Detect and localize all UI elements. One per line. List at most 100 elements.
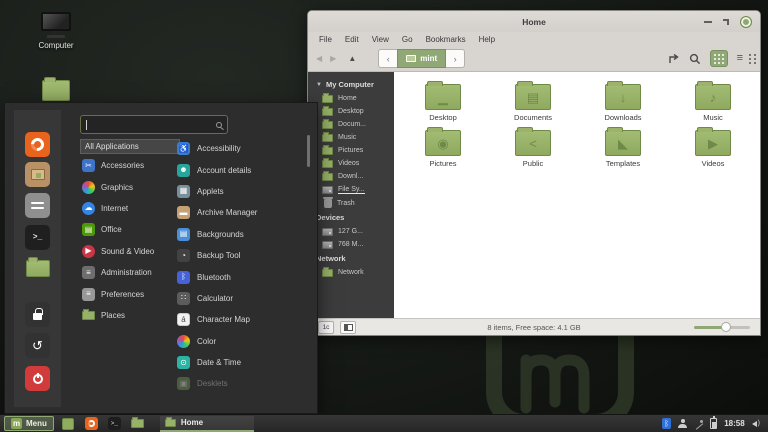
zoom-slider-knob[interactable]	[721, 322, 732, 332]
up-icon[interactable]: ▲	[348, 54, 356, 63]
logout-favorite-button[interactable]: ↺	[25, 333, 50, 358]
sidebar-item-docum[interactable]: Docum...	[308, 118, 394, 131]
category-preferences[interactable]: ≡ Preferences	[82, 283, 177, 304]
maximize-button[interactable]	[723, 18, 729, 25]
sidebar-item-127-g[interactable]: 127 G...	[308, 225, 394, 238]
folder-item-videos[interactable]: ▶ Videos	[668, 126, 758, 172]
sidebar-item-videos[interactable]: Videos	[308, 157, 394, 170]
app-backgrounds[interactable]: ▤ Backgrounds	[177, 224, 307, 245]
menubar-item-bookmarks[interactable]: Bookmarks	[420, 35, 472, 44]
menu-button[interactable]: m Menu	[4, 416, 54, 431]
lock-icon	[33, 308, 43, 320]
category-internet[interactable]: ☁ Internet	[82, 198, 177, 219]
category-accessories[interactable]: ✂ Accessories	[82, 155, 177, 176]
menubar-item-edit[interactable]: Edit	[339, 35, 365, 44]
scrollbar-thumb[interactable]	[307, 135, 310, 167]
breadcrumb-current-button[interactable]: mint	[397, 49, 447, 68]
category-graphics[interactable]: Graphics	[82, 176, 177, 197]
shutdown-favorite-button[interactable]	[25, 366, 50, 391]
forward-icon[interactable]: ▶	[330, 54, 336, 63]
desktop-icon-home-folder[interactable]	[24, 76, 88, 101]
search-icon[interactable]	[689, 53, 701, 65]
backgrounds-icon: ▤	[177, 227, 190, 241]
taskbar: m Menu >_ Home ᛒ 18:58 )	[0, 414, 768, 432]
sidebar-item-network[interactable]: Network	[308, 266, 394, 279]
firefox-launcher[interactable]	[83, 416, 100, 431]
app-archive-manager[interactable]: ▬ Archive Manager	[177, 202, 307, 223]
taskbar-window-button[interactable]: Home	[159, 415, 254, 432]
terminal-icon: >_	[32, 233, 43, 242]
category-office[interactable]: ▤ Office	[82, 219, 177, 240]
sidebar-item-home[interactable]: Home	[308, 92, 394, 105]
bluetooth-icon[interactable]: ᛒ	[662, 418, 672, 429]
folder-item-public[interactable]: < Public	[488, 126, 578, 172]
files-launcher[interactable]	[129, 416, 146, 431]
battery-icon[interactable]	[710, 416, 718, 429]
sidebar-item-label: Pictures	[338, 147, 364, 154]
edit-location-icon[interactable]	[668, 53, 680, 64]
folder-item-downloads[interactable]: ↓ Downloads	[578, 80, 668, 126]
folder-item-documents[interactable]: ▤ Documents	[488, 80, 578, 126]
software-manager-favorite-button[interactable]	[25, 162, 50, 187]
category-sound-video[interactable]: ▶ Sound & Video	[82, 241, 177, 262]
app-applets[interactable]: ▦ Applets	[177, 181, 307, 202]
menubar-item-help[interactable]: Help	[473, 35, 501, 44]
terminal-launcher[interactable]: >_	[106, 416, 123, 431]
folder-icon: ◣	[605, 127, 641, 156]
app-character-map[interactable]: á Character Map	[177, 309, 307, 330]
app-account-details[interactable]: ☻ Account details	[177, 159, 307, 180]
clock[interactable]: 18:58	[724, 419, 744, 428]
file-view[interactable]: ▁ Desktop ▤ Documents ↓ Downloads ♪ Music ◉ Pictu…	[394, 72, 760, 318]
app-backup-tool[interactable]: ◔ Backup Tool	[177, 245, 307, 266]
minimize-button[interactable]	[704, 20, 712, 23]
zoom-slider[interactable]	[694, 322, 750, 332]
folder-item-desktop[interactable]: ▁ Desktop	[398, 80, 488, 126]
category-all-applications[interactable]: All Applications	[80, 139, 180, 154]
sidebar-item-trash[interactable]: Trash	[308, 196, 394, 210]
icon-view-button[interactable]	[709, 50, 728, 67]
category-administration[interactable]: ≡ Administration	[82, 262, 177, 283]
files-favorite-button[interactable]	[25, 256, 50, 281]
sidebar-item-desktop[interactable]: Desktop	[308, 105, 394, 118]
app-label: Date & Time	[197, 358, 242, 368]
sidebar-item-music[interactable]: Music	[308, 131, 394, 144]
app-calculator[interactable]: ∷ Calculator	[177, 288, 307, 309]
sidebar-item-file-sy[interactable]: File Sy...	[308, 183, 394, 196]
lock-screen-favorite-button[interactable]	[25, 302, 50, 327]
sidebar-item-768-m[interactable]: 768 M...	[308, 238, 394, 251]
expander-icon[interactable]: ▼	[316, 82, 322, 88]
menubar-item-view[interactable]: View	[366, 35, 395, 44]
titlebar[interactable]: Home	[308, 11, 760, 32]
folder-icon: ↓	[605, 81, 641, 110]
list-view-button[interactable]: ≡	[737, 53, 743, 64]
app-desklets[interactable]: ▣ Desklets	[177, 373, 307, 394]
terminal-favorite-button[interactable]: >_	[25, 225, 50, 250]
menubar-item-file[interactable]: File	[313, 35, 338, 44]
breadcrumb-next-button[interactable]: ›	[446, 49, 466, 68]
app-label: Accessibility	[197, 144, 241, 154]
back-icon[interactable]: ◀	[316, 54, 322, 63]
breadcrumb-prev-button[interactable]: ‹	[378, 49, 398, 68]
sidebar-item-downl[interactable]: Downl...	[308, 170, 394, 183]
preferences-icon: ≡	[82, 287, 95, 301]
show-desktop-launcher[interactable]	[60, 416, 77, 431]
places-sidebar: ▼ My Computer Home Desktop Docum... Music Pict…	[308, 72, 394, 318]
search-input[interactable]	[80, 115, 228, 134]
app-bluetooth[interactable]: ᛒ Bluetooth	[177, 266, 307, 287]
folder-item-templates[interactable]: ◣ Templates	[578, 126, 668, 172]
system-settings-favorite-button[interactable]	[25, 193, 50, 218]
network-icon[interactable]	[694, 419, 704, 428]
user-applet-icon[interactable]	[678, 419, 688, 428]
app-accessibility[interactable]: ♿ Accessibility	[177, 138, 307, 159]
folder-item-music[interactable]: ♪ Music	[668, 80, 758, 126]
category-places[interactable]: Places	[82, 305, 177, 326]
app-date-time[interactable]: ⊙ Date & Time	[177, 352, 307, 373]
app-color[interactable]: Color	[177, 331, 307, 352]
folder-item-pictures[interactable]: ◉ Pictures	[398, 126, 488, 172]
desktop-icon-computer[interactable]: Computer	[24, 12, 88, 50]
menubar-item-go[interactable]: Go	[396, 35, 419, 44]
firefox-favorite-button[interactable]	[25, 132, 50, 157]
sidebar-item-pictures[interactable]: Pictures	[308, 144, 394, 157]
close-button[interactable]	[740, 15, 752, 28]
volume-icon[interactable]: )	[751, 420, 760, 427]
